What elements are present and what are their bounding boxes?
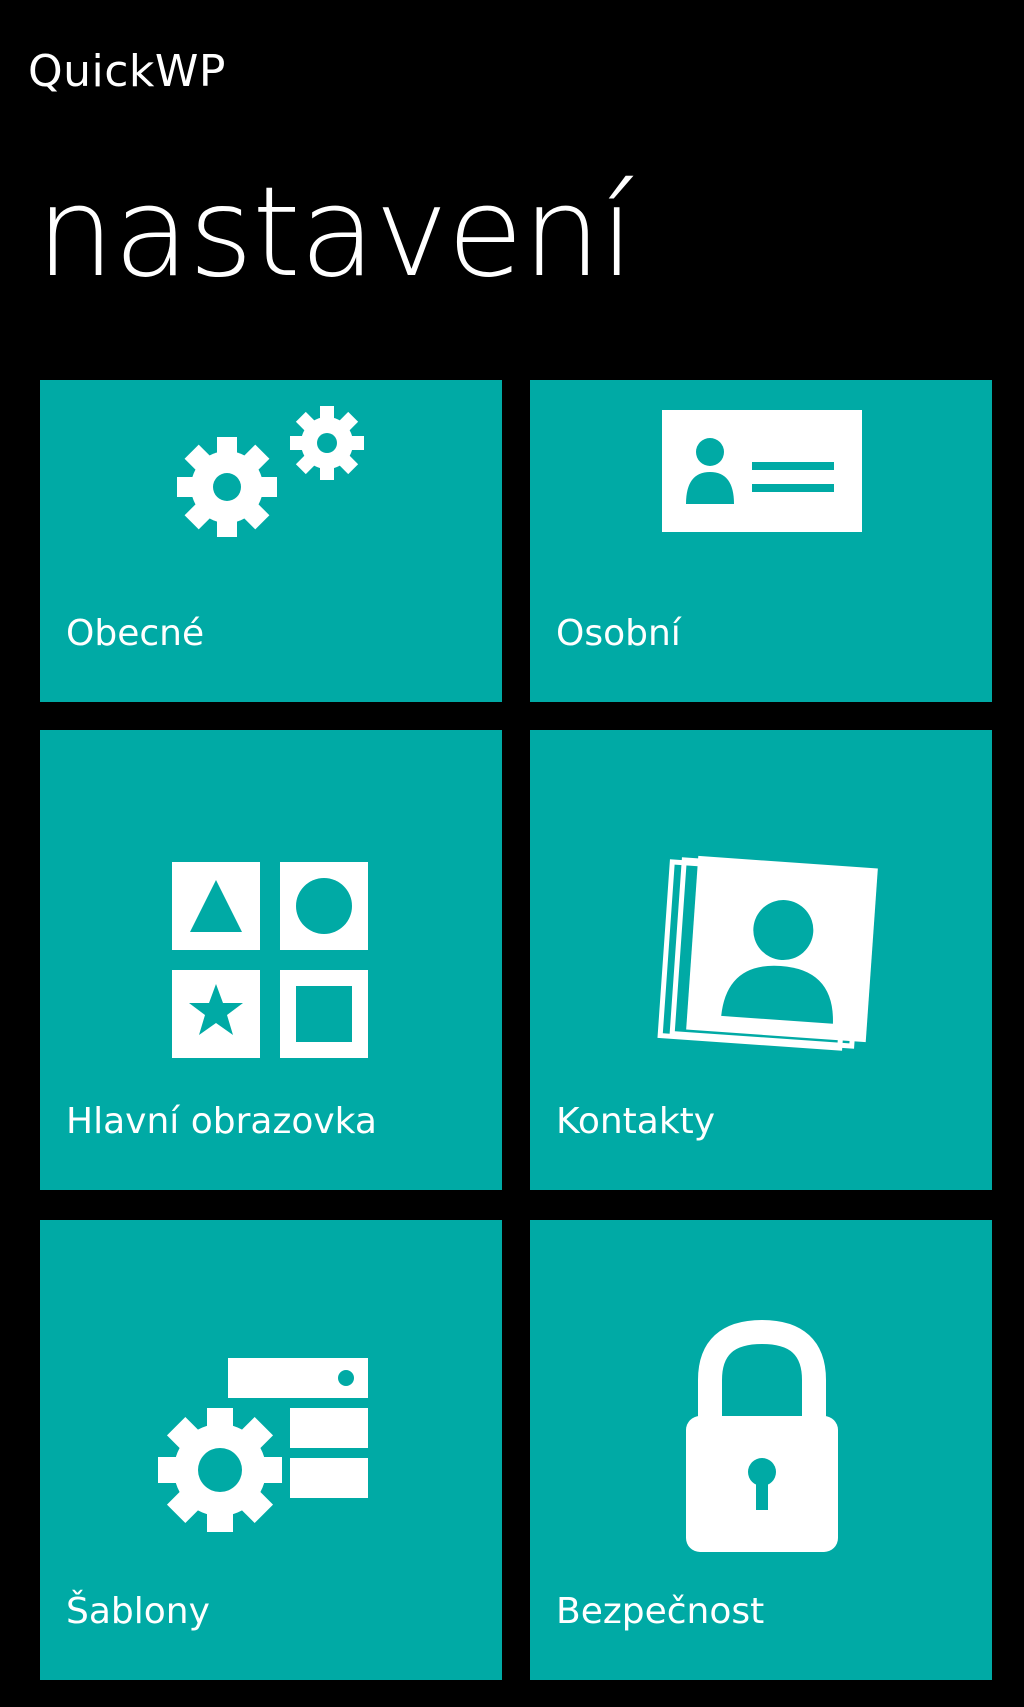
tile-obecne[interactable]: Obecné bbox=[40, 380, 502, 702]
app-title: QuickWP bbox=[28, 46, 226, 97]
tile-label: Hlavní obrazovka bbox=[66, 1101, 377, 1142]
tile-kontakty[interactable]: Kontakty bbox=[530, 730, 992, 1190]
tile-label: Šablony bbox=[66, 1591, 210, 1632]
tile-hlavni-obrazovka[interactable]: Hlavní obrazovka bbox=[40, 730, 502, 1190]
tile-osobni[interactable]: Osobní bbox=[530, 380, 992, 702]
tile-label: Kontakty bbox=[556, 1101, 716, 1142]
tile-label: Bezpečnost bbox=[556, 1591, 765, 1632]
tile-label: Osobní bbox=[556, 613, 681, 654]
tile-bezpecnost[interactable]: Bezpečnost bbox=[530, 1220, 992, 1680]
tile-sablony[interactable]: Šablony bbox=[40, 1220, 502, 1680]
tile-label: Obecné bbox=[66, 613, 205, 654]
page-title: nastavení bbox=[36, 161, 634, 305]
